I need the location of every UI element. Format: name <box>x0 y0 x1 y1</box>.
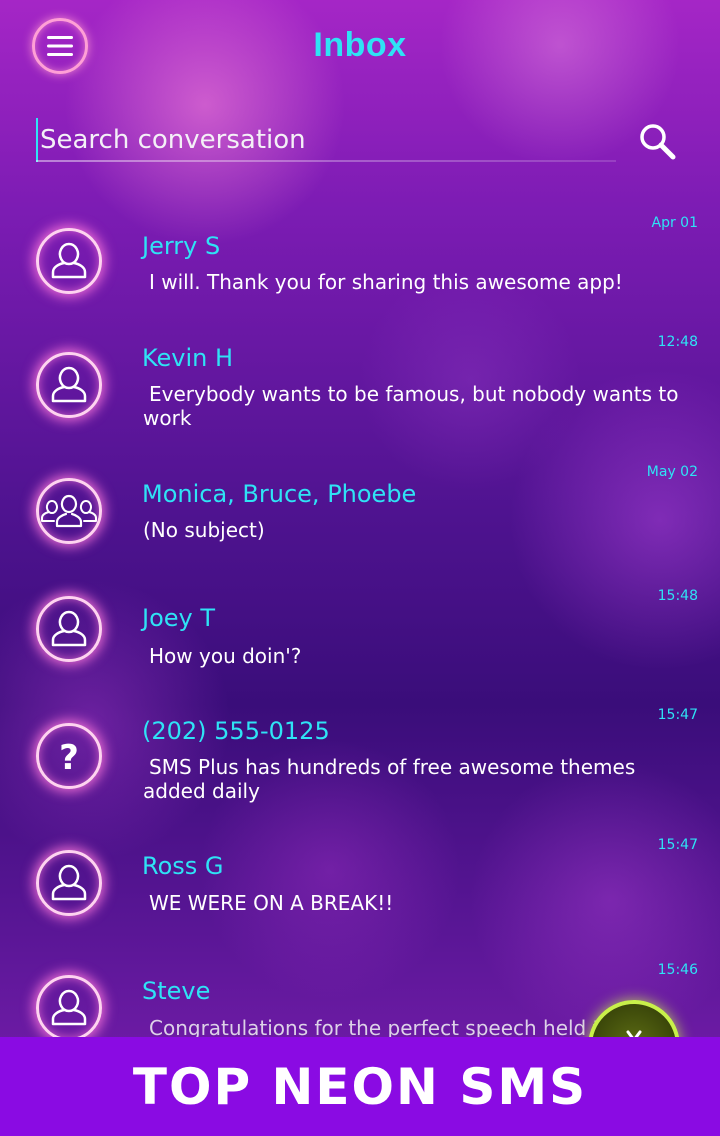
conversation-item-ross-g[interactable]: 15:47 Ross G WE WERE ON A BREAK!! <box>0 835 720 955</box>
contact-name: Monica, Bruce, Phoebe <box>142 480 417 508</box>
contact-name: Kevin H <box>142 344 234 372</box>
search-icon[interactable] <box>638 122 678 162</box>
conversation-time: 12:48 <box>657 334 698 350</box>
message-snippet: How you doin'? <box>149 644 302 668</box>
contact-name: Steve <box>142 977 211 1005</box>
person-icon <box>51 610 87 647</box>
avatar[interactable]: ? <box>36 723 102 789</box>
avatar[interactable] <box>36 850 102 916</box>
promo-banner: TOP NEON SMS <box>0 1037 720 1136</box>
conversation-item-kevin-h[interactable]: 12:48 Kevin H Everybody wants to be famo… <box>0 332 720 452</box>
avatar[interactable] <box>36 228 102 294</box>
message-snippet: SMS Plus has hundreds of free awesome th… <box>143 755 636 803</box>
avatar[interactable] <box>36 352 102 418</box>
conversation-time: 15:47 <box>657 837 698 853</box>
person-icon <box>51 989 87 1026</box>
message-snippet: (No subject) <box>143 518 265 542</box>
conversation-item-joey-t[interactable]: 15:48 Joey T How you doin'? <box>0 586 720 706</box>
contact-name: Joey T <box>142 604 216 632</box>
svg-text:?: ? <box>59 738 79 778</box>
message-snippet: WE WERE ON A BREAK!! <box>149 891 394 915</box>
search-input[interactable] <box>36 118 616 162</box>
person-icon <box>51 242 87 279</box>
contact-name: (202) 555-0125 <box>142 717 330 745</box>
avatar[interactable] <box>36 975 102 1041</box>
avatar[interactable] <box>36 596 102 662</box>
message-snippet: Everybody wants to be famous, but nobody… <box>143 382 679 430</box>
contact-name: Ross G <box>142 852 224 880</box>
conversation-time: 15:47 <box>657 707 698 723</box>
message-snippet: I will. Thank you for sharing this aweso… <box>149 270 623 294</box>
conversation-item-jerry-s[interactable]: Apr 01 Jerry S I will. Thank you for sha… <box>0 210 720 330</box>
conversation-item-monica-bruce-phoebe[interactable]: May 02 Monica, Bruce, Phoebe (No subject… <box>0 462 720 582</box>
conversation-time: Apr 01 <box>651 215 698 231</box>
search-bar <box>36 118 616 164</box>
person-icon <box>51 366 87 403</box>
conversation-time: 15:48 <box>657 588 698 604</box>
page-title: Inbox <box>313 26 407 64</box>
search-underline <box>36 160 616 162</box>
question-mark-icon: ? <box>59 738 79 778</box>
avatar[interactable] <box>36 478 102 544</box>
conversation-time: May 02 <box>646 464 698 480</box>
conversation-time: 15:46 <box>657 962 698 978</box>
person-icon <box>51 864 87 901</box>
conversation-item-unknown-number[interactable]: 15:47 ? (202) 555-0125 SMS Plus has hund… <box>0 705 720 825</box>
group-icon <box>41 494 97 528</box>
contact-name: Jerry S <box>142 232 221 260</box>
banner-text: TOP NEON SMS <box>132 1057 588 1116</box>
inbox-screen: Inbox Apr 01 Jerry S I will. Thank you f… <box>0 0 720 1136</box>
